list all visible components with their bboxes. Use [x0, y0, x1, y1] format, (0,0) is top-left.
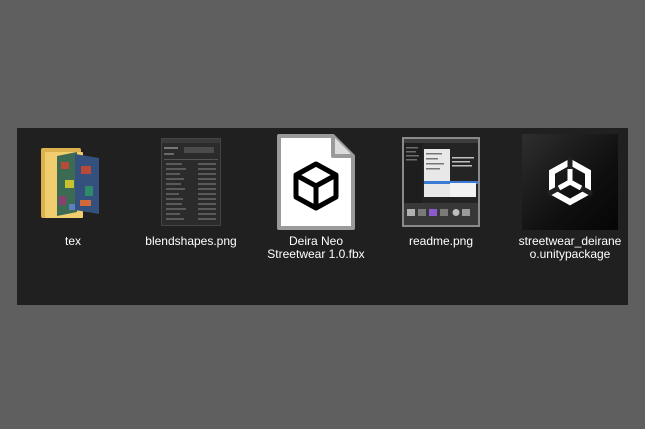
image-thumbnail-icon — [393, 134, 489, 230]
file-item-unitypackage[interactable]: streetwear_deiraneo.unitypackage — [514, 128, 626, 305]
file-name: tex — [64, 234, 81, 248]
file-name: streetwear_deiraneo.unitypackage — [518, 234, 622, 261]
file-item-readme[interactable]: readme.png — [385, 128, 497, 305]
folder-icon — [25, 134, 121, 230]
unity-logo-icon — [522, 134, 618, 230]
file-name: Deira Neo Streetwear 1.0.fbx — [267, 234, 365, 261]
file-explorer-view: tex blendshapes.png Deira Neo Streetwear… — [17, 128, 628, 305]
file-item-fbx[interactable]: Deira Neo Streetwear 1.0.fbx — [260, 128, 372, 305]
file-item-tex[interactable]: tex — [17, 128, 129, 305]
file-item-blendshapes[interactable]: blendshapes.png — [135, 128, 247, 305]
image-thumbnail-icon — [143, 134, 239, 230]
3d-model-file-icon — [268, 134, 364, 230]
file-name: blendshapes.png — [145, 234, 237, 248]
file-name: readme.png — [408, 234, 474, 248]
